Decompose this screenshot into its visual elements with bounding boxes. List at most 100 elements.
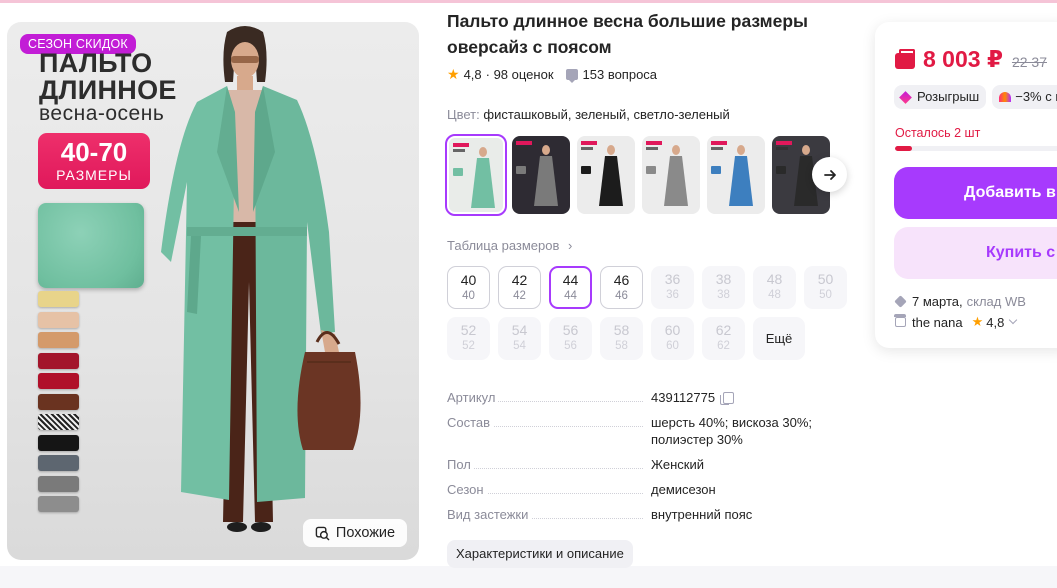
buy-card: 8 003 ₽ 22 37 Розыгрыш −3% с к Осталось … xyxy=(875,22,1057,348)
similar-search-icon xyxy=(315,526,330,540)
star-icon: ★ xyxy=(447,66,460,82)
color-row: Цвет: фисташковый, зеленый, светло-зелен… xyxy=(447,107,730,122)
size-ru: 58 xyxy=(613,322,630,338)
stock-left-bar xyxy=(895,146,1057,151)
seller-star-icon: ★ xyxy=(971,314,984,329)
promo-subtitle: весна-осень xyxy=(39,102,165,125)
size-option-40[interactable]: 40 40 xyxy=(447,266,490,309)
promo-size-word: РАЗМЕРЫ xyxy=(56,167,132,183)
delivery-date: 7 марта, xyxy=(912,294,963,309)
size-table-link[interactable]: Таблица размеров › xyxy=(447,238,572,253)
size-ru: 60 xyxy=(664,322,681,338)
size-eu: 38 xyxy=(717,289,730,301)
size-eu: 60 xyxy=(666,340,679,352)
chevron-right-icon: › xyxy=(568,238,573,253)
sizes-more-button[interactable]: Ещё xyxy=(753,317,805,360)
wallet-icon xyxy=(895,49,915,69)
spec-name: Сезон xyxy=(447,481,651,498)
spec-value-text: внутренний пояс xyxy=(651,507,753,522)
size-option-52: 52 52 xyxy=(447,317,490,360)
size-ru: 36 xyxy=(664,271,681,287)
spec-value: Женский xyxy=(651,456,831,473)
size-eu: 40 xyxy=(462,290,475,302)
similar-button-label: Похожие xyxy=(335,525,396,541)
spec-value: 439112775 xyxy=(651,389,831,406)
spec-name-label: Вид застежки xyxy=(447,506,532,523)
promo-size-range: 40-70 xyxy=(60,137,128,167)
questions-icon xyxy=(565,69,578,83)
spec-row: Артикул 439112775 xyxy=(447,389,837,406)
spec-value: шерсть 40%; вискоза 30%; полиэстер 30% xyxy=(651,414,831,448)
fabric-sample xyxy=(38,203,144,288)
size-ru: 42 xyxy=(511,272,528,288)
size-eu: 62 xyxy=(717,340,730,352)
size-eu: 50 xyxy=(819,289,832,301)
discount-chip[interactable]: −3% с к xyxy=(992,85,1057,109)
size-table-label: Таблица размеров xyxy=(447,238,560,253)
size-option-54: 54 54 xyxy=(498,317,541,360)
price: 8 003 ₽ xyxy=(923,46,1003,72)
size-eu: 36 xyxy=(666,289,679,301)
color-swatch xyxy=(38,352,79,369)
main-product-photo[interactable]: СЕЗОН СКИДОК ПАЛЬТО ДЛИННОЕ весна-осень … xyxy=(7,22,419,560)
size-ru: 44 xyxy=(562,272,579,288)
product-title: Пальто длинное весна большие размеры ове… xyxy=(447,11,808,57)
thumb-mint[interactable] xyxy=(445,134,507,216)
thumb-illustration xyxy=(453,143,495,208)
size-ru: 40 xyxy=(460,272,477,288)
rating-value: 4,8 xyxy=(463,67,482,82)
size-option-46[interactable]: 46 46 xyxy=(600,266,643,309)
spec-value-text: 439112775 xyxy=(651,390,716,405)
size-option-58: 58 58 xyxy=(600,317,643,360)
buy-now-button[interactable]: Купить с xyxy=(894,227,1057,279)
thumb-black[interactable] xyxy=(577,136,635,214)
rating-row[interactable]: ★ 4,8 · 98 оценок 153 вопроса xyxy=(447,66,657,83)
specs-description-button[interactable]: Характеристики и описание xyxy=(447,540,633,568)
add-to-cart-button[interactable]: Добавить в xyxy=(894,167,1057,219)
questions-count[interactable]: 153 вопроса xyxy=(583,67,658,82)
thumb-illustration xyxy=(581,141,623,206)
size-option-42[interactable]: 42 42 xyxy=(498,266,541,309)
thumb-gray[interactable] xyxy=(642,136,700,214)
specs-list: Артикул 439112775 Состав шерсть 40%; вискоз… xyxy=(447,389,837,531)
size-eu: 46 xyxy=(615,290,628,302)
spec-value: демисезон xyxy=(651,481,831,498)
spec-name: Состав xyxy=(447,414,651,431)
spec-name-label: Сезон xyxy=(447,481,487,498)
price-row: 8 003 ₽ 22 37 xyxy=(895,46,1047,73)
color-label: Цвет: xyxy=(447,107,480,122)
copy-icon[interactable] xyxy=(720,392,735,405)
similar-button[interactable]: Похожие xyxy=(303,519,407,547)
color-swatch xyxy=(38,332,79,348)
discount-label: −3% с к xyxy=(1015,89,1057,104)
spec-row: Сезон демисезон xyxy=(447,481,837,498)
chevron-down-icon[interactable] xyxy=(1009,315,1018,325)
size-ru: 52 xyxy=(460,322,477,338)
color-swatch xyxy=(38,475,79,492)
size-option-44[interactable]: 44 44 xyxy=(549,266,592,309)
seller-name[interactable]: the nana xyxy=(912,315,963,330)
size-grid: 40 40 42 42 44 44 46 46 36 36 38 38 48 48 50 50 52 52 54 54… xyxy=(447,266,857,360)
size-eu: 52 xyxy=(462,340,475,352)
size-option-56: 56 56 xyxy=(549,317,592,360)
spec-name: Вид застежки xyxy=(447,506,651,523)
size-eu: 44 xyxy=(564,290,577,302)
size-option-48: 48 48 xyxy=(753,266,796,309)
color-swatch xyxy=(38,393,79,410)
thumb-gray-night[interactable] xyxy=(512,136,570,214)
spec-name-label: Состав xyxy=(447,414,494,431)
reviews-count[interactable]: · 98 оценок xyxy=(486,67,554,82)
delivery-info: 7 марта, склад WB xyxy=(894,294,1026,309)
thumb-illustration xyxy=(646,141,688,206)
size-ru: 62 xyxy=(715,322,732,338)
thumb-blue[interactable] xyxy=(707,136,765,214)
color-value: фисташковый, зеленый, светло-зеленый xyxy=(483,107,730,122)
seller-row[interactable]: the nana ★ 4,8 xyxy=(894,314,1018,330)
size-eu: 48 xyxy=(768,289,781,301)
raffle-chip[interactable]: Розыгрыш xyxy=(894,85,987,109)
page-bottom-strip xyxy=(0,566,1057,588)
size-eu: 58 xyxy=(615,340,628,352)
carousel-next-button[interactable] xyxy=(812,157,847,192)
size-option-36: 36 36 xyxy=(651,266,694,309)
color-swatch xyxy=(38,311,79,328)
